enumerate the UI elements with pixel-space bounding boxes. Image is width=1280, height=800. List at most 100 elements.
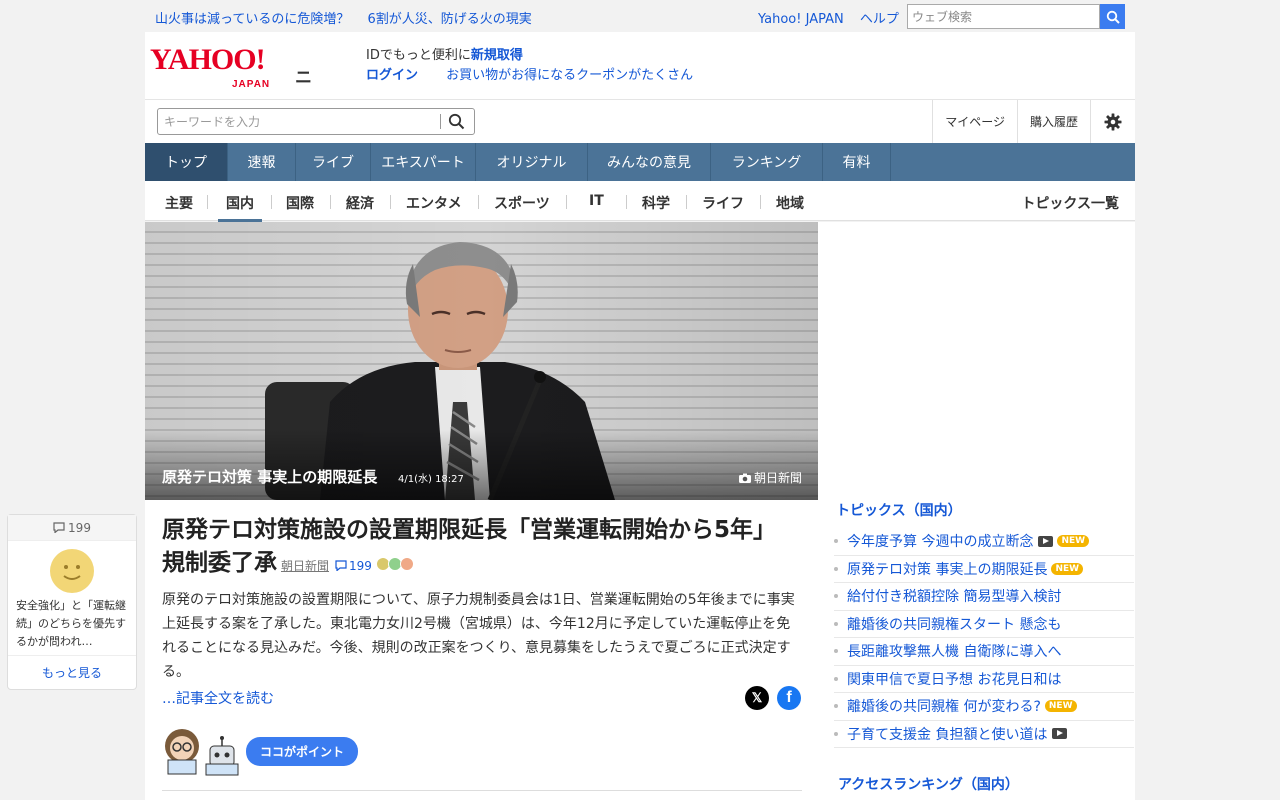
article-source[interactable]: 朝日新聞 [281, 559, 329, 573]
comment-preview-count[interactable]: 199 [8, 515, 136, 541]
web-search [907, 4, 1125, 29]
keyword-search [157, 108, 475, 135]
article-title[interactable]: 原発テロ対策施設の設置期限延長「営業運転開始から5年」規制委了承 [162, 517, 776, 576]
point-badge: ココがポイント [246, 736, 359, 766]
topic-label: 長距離攻撃無人機 自衛隊に導入へ [847, 644, 1062, 661]
category-separator [760, 195, 761, 209]
category-science[interactable]: 科学 [642, 193, 670, 213]
category-economy[interactable]: 経済 [346, 193, 374, 213]
nav-breaking[interactable]: 速報 [228, 143, 296, 181]
header: YAHOO! JAPAN ニュース IDでもっと便利に新規取得 ログイン お買い… [145, 32, 1135, 164]
category-separator [330, 195, 331, 209]
bullet-icon [834, 594, 838, 599]
web-search-button[interactable] [1100, 4, 1125, 29]
keyword-search-input[interactable] [158, 109, 438, 134]
camera-icon [738, 473, 751, 483]
bullet-icon [834, 539, 838, 544]
topic-label: 給付付き税額控除 簡易型導入検討 [847, 589, 1062, 606]
comment-more-link[interactable]: もっと見る [8, 655, 136, 689]
topic-label: 今年度予算 今週中の成立断念 [847, 534, 1034, 551]
nav-expert[interactable]: エキスパート [371, 143, 476, 181]
topic-label: 離婚後の共同親権 何が変わる? [847, 699, 1041, 716]
point-characters-icon [165, 729, 239, 776]
category-international[interactable]: 国際 [286, 193, 314, 213]
smile-face-icon [50, 549, 94, 593]
yahoo-news-logo[interactable]: YAHOO! JAPAN ニュース [150, 45, 312, 164]
comment-preview-text: 安全強化」と「運転継続」のどちらを優先するかが問われ… [16, 599, 126, 648]
topics-list-link[interactable]: トピックス一覧 [1021, 193, 1119, 213]
category-it[interactable]: IT [589, 193, 604, 209]
utility-links: Yahoo! JAPAN ヘルプ [758, 8, 911, 27]
category-separator [478, 195, 479, 209]
topic-item[interactable]: 関東甲信で夏日予想 お花見日和は [834, 666, 1134, 693]
x-logo-icon: 𝕏 [751, 690, 763, 705]
yahoo-japan-link[interactable]: Yahoo! JAPAN [758, 12, 844, 27]
mypage-button[interactable]: マイページ [932, 100, 1017, 143]
video-icon [1038, 535, 1054, 547]
x-share-button[interactable]: 𝕏 [745, 686, 769, 710]
account-buttons: マイページ 購入履歴 [932, 100, 1135, 143]
topic-label: 関東甲信で夏日予想 お花見日和は [847, 671, 1062, 688]
login-line: ログイン お買い物がお得になるクーポンがたくさん [366, 66, 693, 86]
reaction-faces [375, 556, 414, 571]
bullet-icon [834, 566, 838, 571]
search-divider [440, 114, 441, 129]
category-entertainment[interactable]: エンタメ [406, 193, 462, 213]
coupon-link[interactable]: お買い物がお得になるクーポンがたくさん [446, 68, 693, 83]
nav-ranking[interactable]: ランキング [711, 143, 823, 181]
bullet-icon [834, 704, 838, 709]
category-life[interactable]: ライフ [702, 193, 744, 213]
login-box: IDでもっと便利に新規取得 ログイン お買い物がお得になるクーポンがたくさん [366, 46, 693, 86]
top-bar: 山火事は減っているのに危険増？ 6割が人災、防げる火の現実 Yahoo! JAP… [0, 0, 1280, 32]
facebook-share-button[interactable]: f [777, 686, 801, 710]
login-prompt: IDでもっと便利に [366, 48, 471, 63]
video-icon [1052, 728, 1068, 740]
comment-preview-number: 199 [68, 520, 91, 535]
category-sports[interactable]: スポーツ [494, 193, 550, 213]
nav-live[interactable]: ライブ [296, 143, 371, 181]
purchase-history-button[interactable]: 購入履歴 [1016, 100, 1090, 143]
topic-item[interactable]: 離婚後の共同親権スタート 懸念も [834, 611, 1134, 638]
topic-item[interactable]: 離婚後の共同親権 何が変わる? NEW [834, 693, 1134, 721]
gear-icon [1104, 113, 1122, 130]
category-separator [686, 195, 687, 209]
help-link[interactable]: ヘルプ [860, 12, 899, 27]
new-badge: NEW [1051, 562, 1084, 575]
hero-caption: 原発テロ対策 事実上の期限延長 [162, 468, 378, 486]
web-search-input[interactable] [907, 4, 1100, 29]
topic-item[interactable]: 原発テロ対策 事実上の期限延長 NEW [834, 556, 1134, 583]
bullet-icon [834, 731, 838, 736]
topics-heading[interactable]: トピックス（国内） [836, 500, 962, 520]
article-comment-count[interactable]: 199 [335, 559, 372, 573]
hero-credit-text: 朝日新聞 [753, 471, 802, 485]
topic-item[interactable]: 長距離攻撃無人機 自衛隊に導入へ [834, 638, 1134, 666]
keyword-search-row: マイページ 購入履歴 [145, 99, 1135, 143]
topic-item[interactable]: 子育て支援金 負担額と使い道は [834, 721, 1134, 748]
signup-link[interactable]: 新規取得 [471, 48, 523, 63]
topic-label: 原発テロ対策 事実上の期限延長 [847, 561, 1048, 578]
promo-link-2[interactable]: 6割が人災、防げる火の現実 [368, 12, 532, 27]
category-domestic[interactable]: 国内 [218, 193, 262, 222]
ranking-heading[interactable]: アクセスランキング（国内） [838, 774, 1019, 794]
nav-top[interactable]: トップ [145, 143, 228, 181]
read-full-article-link[interactable]: …記事全文を読む [162, 688, 274, 708]
category-main[interactable]: 主要 [165, 193, 193, 213]
category-separator [271, 195, 272, 209]
topic-item[interactable]: 給付付き税額控除 簡易型導入検討 [834, 583, 1134, 611]
nav-original[interactable]: オリジナル [476, 143, 588, 181]
settings-button[interactable] [1090, 100, 1135, 143]
comment-icon [53, 522, 65, 533]
nav-opinions[interactable]: みんなの意見 [588, 143, 711, 181]
nav-paid[interactable]: 有料 [823, 143, 891, 181]
category-region[interactable]: 地域 [776, 193, 804, 213]
search-icon[interactable] [448, 113, 465, 130]
facebook-logo-icon: f [786, 689, 792, 706]
promo-link-1[interactable]: 山火事は減っているのに危険増？ [155, 12, 349, 27]
topic-label: 離婚後の共同親権スタート 懸念も [847, 616, 1062, 633]
hero-timestamp: 4/1(水) 18:27 [398, 474, 464, 485]
bullet-icon [834, 621, 838, 626]
topic-item[interactable]: 今年度予算 今週中の成立断念 NEW [834, 528, 1134, 556]
login-link[interactable]: ログイン [366, 68, 418, 83]
topics-list: 今年度予算 今週中の成立断念 NEW 原発テロ対策 事実上の期限延長 NEW 給付付き税… [834, 528, 1134, 748]
hero-image[interactable]: 原発テロ対策 事実上の期限延長 4/1(水) 18:27 朝日新聞 [145, 222, 818, 500]
